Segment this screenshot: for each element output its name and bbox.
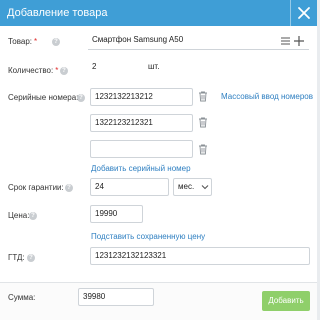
- help-icon[interactable]: ?: [77, 94, 85, 102]
- chevron-down-icon: [201, 185, 209, 190]
- sum-field[interactable]: 39980: [78, 288, 154, 306]
- dialog-header: Добавление товара: [0, 0, 317, 26]
- warranty-input[interactable]: 24: [90, 178, 169, 196]
- add-serial-link[interactable]: Добавить серийный номер: [91, 164, 191, 174]
- help-icon[interactable]: ?: [60, 67, 68, 75]
- gtd-label: ГТД:: [8, 253, 25, 262]
- help-icon[interactable]: ?: [52, 38, 60, 46]
- product-label-text: Товар:: [8, 37, 32, 46]
- header-divider: [290, 0, 291, 26]
- serial-input-3[interactable]: [90, 140, 193, 158]
- bulk-serials-link[interactable]: Массовый ввод номеров: [221, 92, 313, 102]
- warranty-unit-value: мес.: [178, 182, 195, 191]
- price-label: Цена:: [8, 211, 30, 220]
- sum-value: 39980: [83, 292, 106, 301]
- close-icon[interactable]: [294, 3, 314, 23]
- gtd-input[interactable]: 1231232132123321: [90, 247, 310, 265]
- saved-price-link[interactable]: Подставить сохраненную цену: [91, 232, 205, 242]
- trash-icon[interactable]: [198, 117, 208, 128]
- warranty-label: Срок гарантии:: [8, 183, 64, 192]
- gtd-value: 1231232132123321: [95, 251, 167, 260]
- product-label: Товар: *: [8, 37, 37, 47]
- dialog-title: Добавление товара: [7, 7, 108, 19]
- required-mark: *: [55, 66, 59, 75]
- serial-input-1-value: 1232132213212: [95, 92, 153, 101]
- serial-input-2[interactable]: 1322123212321: [90, 114, 193, 132]
- price-input[interactable]: 19990: [90, 205, 143, 223]
- serials-label: Серийные номера:: [8, 93, 79, 102]
- help-icon[interactable]: ?: [27, 254, 35, 262]
- list-icon[interactable]: [281, 37, 290, 45]
- quantity-unit: шт.: [148, 62, 160, 71]
- sum-label: Сумма:: [8, 293, 36, 302]
- help-icon[interactable]: ?: [65, 184, 73, 192]
- trash-icon[interactable]: [198, 144, 208, 155]
- price-value: 19990: [95, 209, 118, 218]
- quantity-label: Количество: *: [8, 66, 58, 76]
- warranty-value: 24: [95, 182, 104, 191]
- help-icon[interactable]: ?: [29, 212, 37, 220]
- required-mark: *: [34, 37, 38, 46]
- serial-input-2-value: 1322123212321: [95, 118, 153, 127]
- trash-icon[interactable]: [198, 91, 208, 102]
- quantity-label-text: Количество:: [8, 66, 54, 75]
- serial-input-1[interactable]: 1232132213212: [90, 88, 193, 106]
- product-value: Смартфон Samsung A50: [92, 35, 184, 44]
- quantity-value: 2: [92, 62, 97, 71]
- plus-icon[interactable]: [294, 36, 304, 46]
- product-field[interactable]: Смартфон Samsung A50: [88, 32, 309, 50]
- add-button[interactable]: Добавить: [262, 291, 310, 311]
- add-product-dialog: Добавление товара Товар: * ? Смартфон Sam…: [0, 0, 317, 320]
